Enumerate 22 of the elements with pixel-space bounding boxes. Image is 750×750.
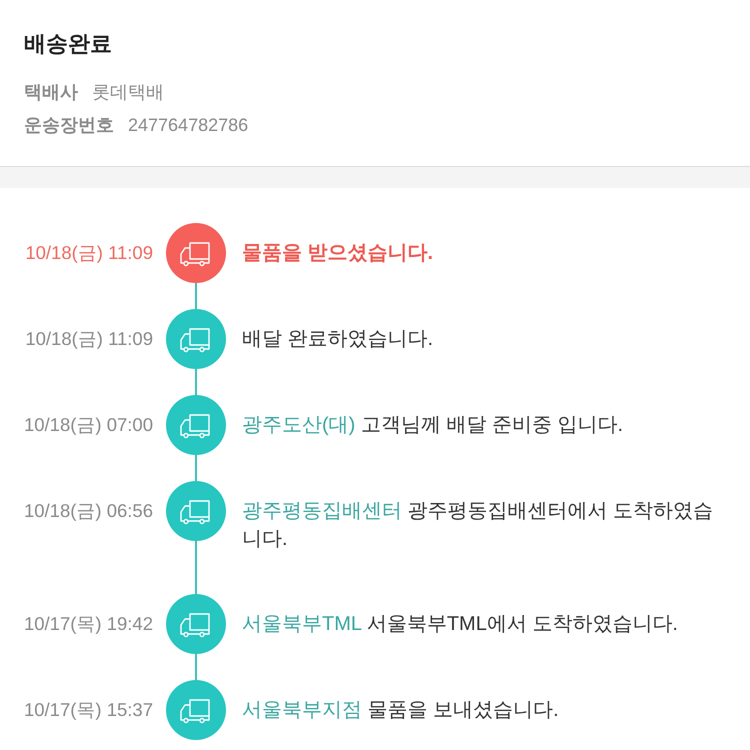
- event-time: 10/17(목) 19:42: [24, 612, 153, 636]
- timeline-connector: [195, 455, 197, 481]
- event-time: 10/18(금) 06:56: [24, 499, 153, 523]
- event-description: 배달 완료하였습니다.: [241, 327, 434, 352]
- delivery-status-title: 배송완료: [24, 30, 113, 58]
- event-time: 10/18(금) 11:09: [25, 241, 153, 265]
- event-description: 서울북부지점 물품을 보내셨습니다.: [241, 698, 560, 723]
- timeline-connector: [195, 541, 197, 594]
- timeline-connector: [195, 283, 197, 309]
- event-description: 서울북부TML 서울북부TML에서 도착하였습니다.: [241, 612, 679, 637]
- detail-label: 운송장번호: [24, 114, 114, 137]
- detail-value: 롯데택배: [92, 81, 164, 104]
- event-description: 물품을 받으셨습니다.: [241, 241, 434, 266]
- detail-value: 247764782786: [128, 114, 248, 137]
- event-time: 10/18(금) 11:09: [25, 327, 153, 351]
- detail-label: 택배사: [24, 81, 78, 104]
- timeline-connector: [195, 654, 197, 680]
- timeline-connector: [195, 369, 197, 395]
- event-description: 광주평동집배센터 광주평동집배센터에서 도착하였습니다.: [241, 499, 714, 552]
- event-time: 10/18(금) 07:00: [24, 413, 153, 437]
- event-time: 10/17(목) 15:37: [24, 698, 153, 722]
- event-description: 광주도산(대) 고객님께 배달 준비중 입니다.: [241, 413, 624, 438]
